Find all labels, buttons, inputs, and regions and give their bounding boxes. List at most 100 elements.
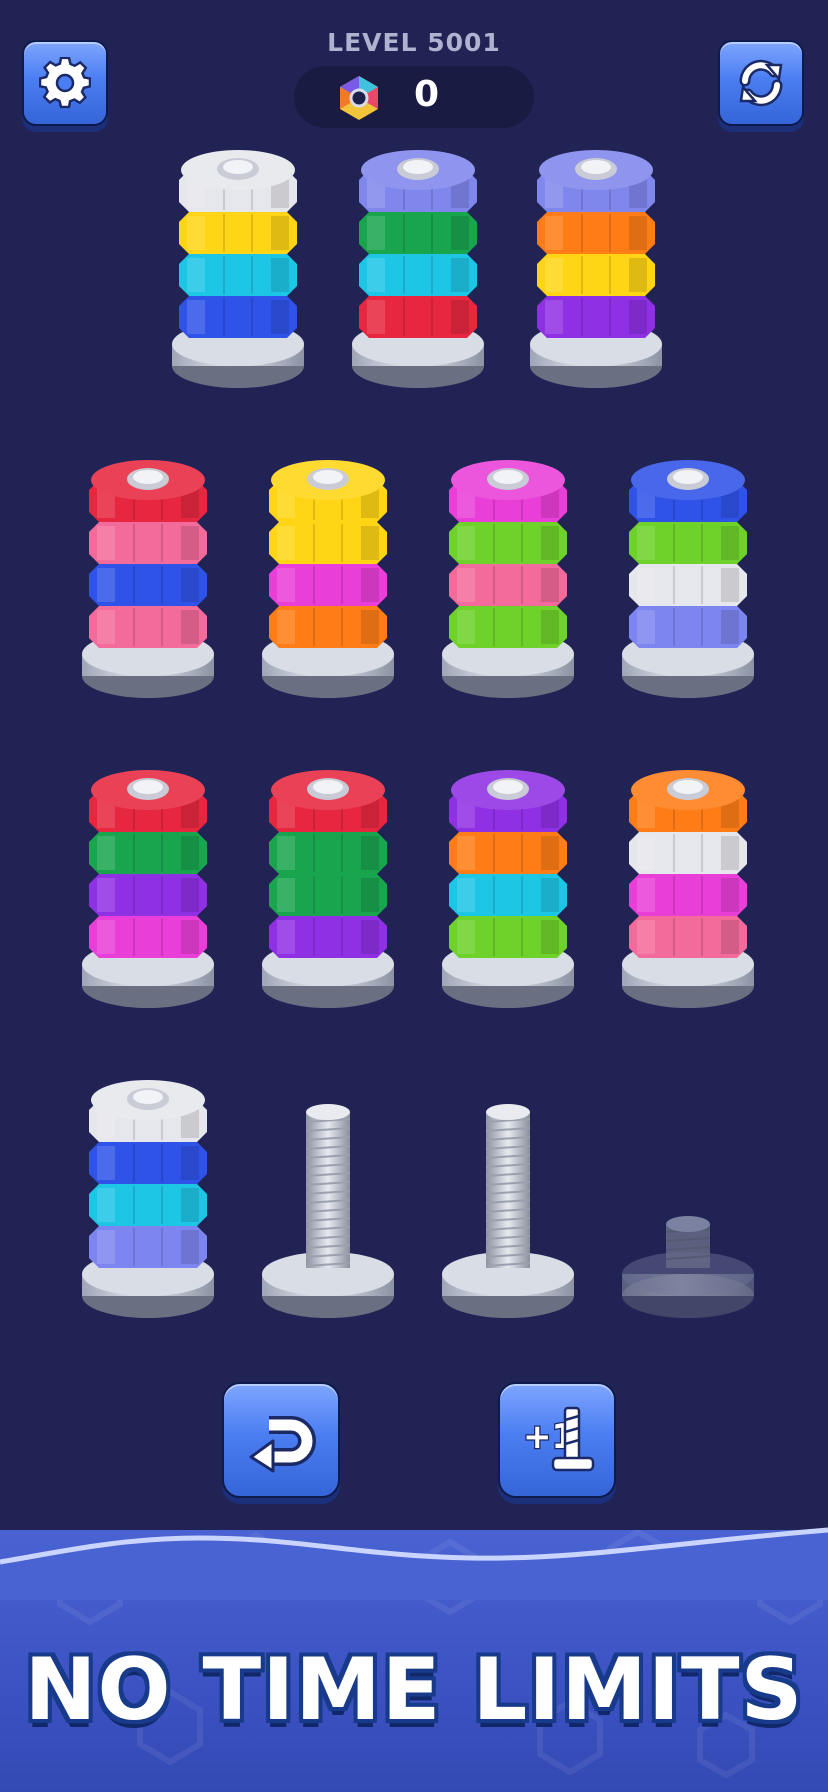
nut-highlight [187,216,205,250]
screw-top [666,1216,710,1232]
nut-shade [361,568,379,602]
screw-tip-shine [493,470,523,484]
nut-highlight [97,836,115,870]
pole[interactable] [622,460,754,698]
hex-nut-icon [340,76,378,120]
nut-shade [451,258,469,292]
pole[interactable] [172,150,304,388]
add-screw-icon: +1 [522,1406,595,1472]
nut-shade [629,258,647,292]
screw-tip-shine [223,160,253,174]
nut-shade [271,216,289,250]
nut-shade [271,258,289,292]
refresh-icon [739,59,783,107]
nut-shade [181,568,199,602]
nut-shade [181,526,199,560]
nut-highlight [277,836,295,870]
nut-shade [721,878,739,912]
nut-highlight [457,920,475,954]
tagline: NO TIME LIMITS [24,1640,804,1740]
nut-highlight [97,526,115,560]
nut-highlight [545,216,563,250]
add-screw-button[interactable]: +1 [498,1382,616,1498]
pole[interactable] [82,460,214,698]
nut-highlight [97,568,115,602]
nut-shade [721,920,739,954]
pole[interactable] [262,770,394,1008]
nut-shade [271,300,289,334]
locked-pole [622,1216,754,1318]
restart-button[interactable] [718,40,804,126]
pole[interactable] [82,1080,214,1318]
nut-highlight [187,258,205,292]
pole[interactable] [442,770,574,1008]
nut-highlight [97,1230,115,1264]
nut-highlight [277,610,295,644]
nut-shade [451,216,469,250]
nut-shade [361,920,379,954]
nut-highlight [457,526,475,560]
nut-highlight [457,568,475,602]
pole[interactable] [352,150,484,388]
screw-top [486,1104,530,1120]
nut-highlight [457,610,475,644]
level-label: LEVEL 5001 [327,28,501,57]
nut-shade [721,526,739,560]
pole[interactable] [262,1104,394,1318]
nut-highlight [367,216,385,250]
footer-wave [0,1527,828,1600]
nut-highlight [637,836,655,870]
nut-shade [541,568,559,602]
nut-shade [181,1188,199,1222]
nut-highlight [637,920,655,954]
nut-highlight [637,568,655,602]
pole[interactable] [530,150,662,388]
screw-tip-shine [673,470,703,484]
nut-shade [451,300,469,334]
screw-tip-shine [313,780,343,794]
nut-highlight [277,526,295,560]
nut-shade [361,610,379,644]
nut-shade [181,878,199,912]
nut-highlight [457,836,475,870]
screw-tip-shine [313,470,343,484]
nut-shade [629,300,647,334]
nut-shade [181,1146,199,1180]
nut-shade [721,610,739,644]
screw-tip-shine [673,780,703,794]
nut-highlight [637,526,655,560]
pole[interactable] [622,770,754,1008]
nut-highlight [277,920,295,954]
pole[interactable] [442,460,574,698]
screw-tip-shine [133,1090,163,1104]
gear-icon [39,57,91,109]
nut-highlight [97,1146,115,1180]
screw-tip-shine [133,780,163,794]
nut-shade [541,610,559,644]
nut-shade [181,610,199,644]
screw-tip-shine [403,160,433,174]
nut-highlight [97,1188,115,1222]
nut-highlight [97,878,115,912]
nut-shade [629,216,647,250]
nut-shade [541,878,559,912]
nut-shade [361,526,379,560]
nut-shade [181,836,199,870]
nut-highlight [367,300,385,334]
nut-highlight [637,610,655,644]
pole[interactable] [262,460,394,698]
pole[interactable] [442,1104,574,1318]
nut-shade [361,836,379,870]
nut-highlight [97,610,115,644]
screw-tip-shine [581,160,611,174]
pole[interactable] [82,770,214,1008]
nut-highlight [545,258,563,292]
screw-tip-shine [493,780,523,794]
nut-shade [181,1230,199,1264]
puzzle-board [82,150,754,1318]
nut-highlight [187,300,205,334]
undo-button[interactable] [222,1382,340,1498]
nut-highlight [367,258,385,292]
nut-shade [541,836,559,870]
nut-shade [721,836,739,870]
